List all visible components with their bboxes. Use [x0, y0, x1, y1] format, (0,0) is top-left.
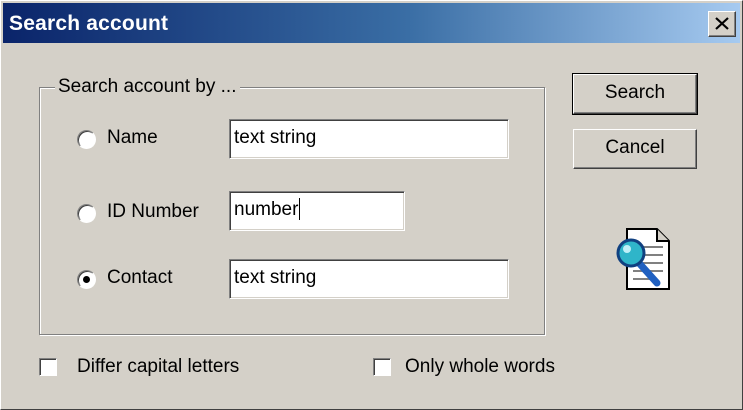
- differ-capital-letters-label[interactable]: Differ capital letters: [77, 355, 239, 379]
- id-number-field-value: number: [234, 199, 299, 220]
- search-button[interactable]: Search: [572, 73, 698, 115]
- name-field-value: text string: [234, 127, 317, 148]
- document-search-icon: [616, 228, 670, 290]
- search-account-dialog: Search account Search account by ... Nam…: [0, 0, 743, 410]
- window-title: Search account: [9, 12, 169, 35]
- close-icon: [715, 17, 729, 30]
- contact-radio[interactable]: [77, 270, 96, 289]
- differ-capital-letters-checkbox[interactable]: [39, 358, 57, 376]
- only-whole-words-label[interactable]: Only whole words: [405, 355, 555, 379]
- close-button[interactable]: [708, 11, 736, 37]
- id-number-radio[interactable]: [77, 204, 96, 223]
- id-number-field[interactable]: number: [229, 191, 405, 231]
- only-whole-words-checkbox[interactable]: [373, 358, 391, 376]
- radio-selected-dot: [83, 276, 90, 283]
- title-bar: Search account: [3, 3, 740, 43]
- id-number-radio-label[interactable]: ID Number: [107, 200, 199, 224]
- contact-radio-label[interactable]: Contact: [107, 266, 172, 290]
- name-radio[interactable]: [77, 130, 96, 149]
- contact-field-value: text string: [234, 267, 317, 288]
- contact-field[interactable]: text string: [229, 259, 509, 299]
- name-field[interactable]: text string: [229, 119, 509, 159]
- name-radio-label[interactable]: Name: [107, 126, 158, 150]
- cancel-button[interactable]: Cancel: [573, 129, 697, 169]
- text-caret: [299, 198, 301, 220]
- group-legend: Search account by ...: [55, 75, 240, 99]
